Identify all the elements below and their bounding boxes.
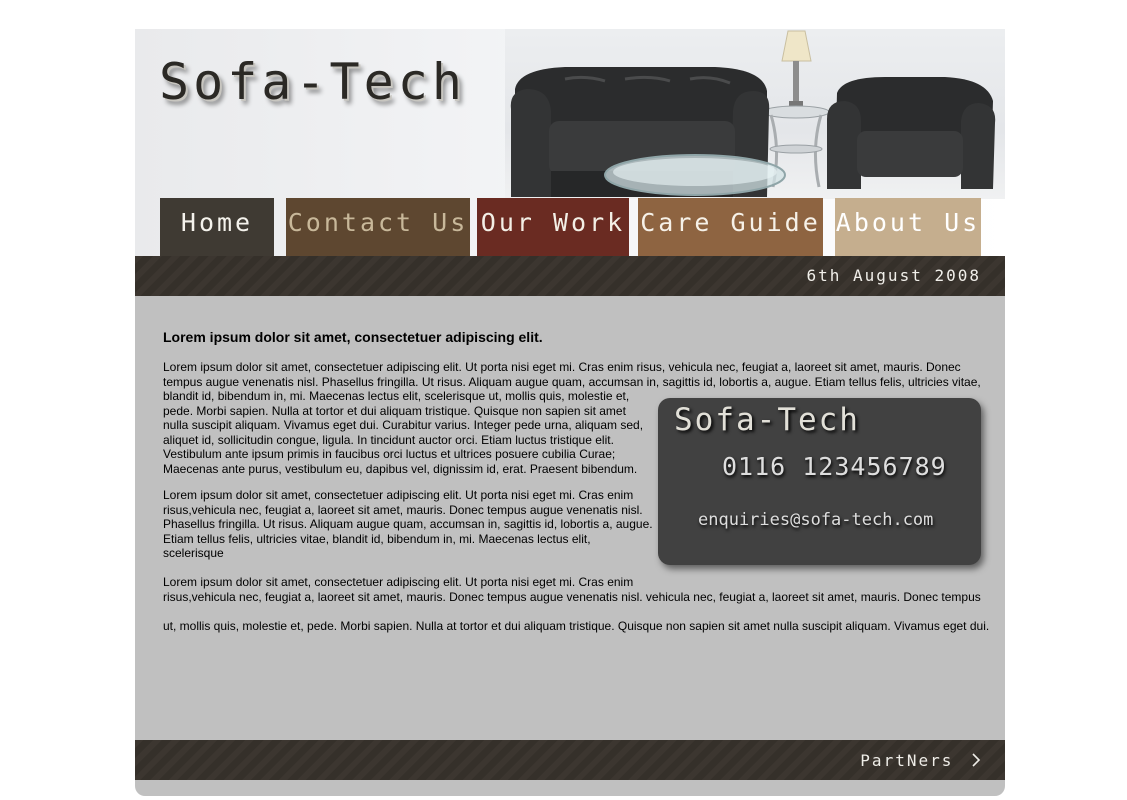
nav-tab-label: Contact Us <box>287 208 469 237</box>
contact-card-title: Sofa-Tech <box>674 402 860 438</box>
paragraph-4: ut, mollis quis, molestie et, pede. Morb… <box>163 619 989 634</box>
text-line: risus,vehicula nec, feugiat a, laoreet s… <box>163 502 643 517</box>
text-line: Phasellus fringilla. Ut risus. Aliquam a… <box>163 517 653 531</box>
partners-label: PartNers <box>860 751 954 770</box>
main-navigation: Home Contact Us Our Work Care Guide Abou… <box>135 198 1005 256</box>
contact-card: Sofa-Tech 0116 123456789 enquiries@sofa-… <box>658 398 981 565</box>
text-line: Lorem ipsum dolor sit amet, consectetuer… <box>163 360 961 374</box>
nav-tab-contact-us[interactable]: Contact Us <box>286 198 470 256</box>
date-bar: 6th August 2008 <box>135 256 1005 296</box>
nav-tab-label: Our Work <box>480 208 626 237</box>
nav-tab-label: Care Guide <box>640 208 821 237</box>
contact-phone[interactable]: 0116 123456789 <box>722 452 947 481</box>
nav-tab-label: About Us <box>835 208 981 237</box>
nav-tab-about-us[interactable]: About Us <box>835 198 981 256</box>
header-sofa-photo <box>505 29 1005 199</box>
nav-tab-care-guide[interactable]: Care Guide <box>638 198 823 256</box>
footer-bar: PartNers <box>135 740 1005 780</box>
text-line: ut, mollis quis, molestie et, pede. Morb… <box>163 619 990 633</box>
text-line: Etiam tellus felis, ultricies vitae, bla… <box>163 531 591 546</box>
contact-email[interactable]: enquiries@sofa-tech.com <box>698 510 933 530</box>
chevron-right-icon <box>971 752 981 771</box>
header: Sofa-Tech Home Contact Us Our Work Care … <box>135 29 1005 256</box>
site-container: Sofa-Tech Home Contact Us Our Work Care … <box>135 29 1005 796</box>
paragraph-2: Lorem ipsum dolor sit amet, consectetuer… <box>163 488 653 561</box>
partners-link[interactable]: PartNers <box>860 751 981 771</box>
nav-tab-label: Home <box>180 208 254 237</box>
current-date: 6th August 2008 <box>806 266 981 285</box>
site-logo[interactable]: Sofa-Tech <box>159 53 466 111</box>
content-heading: Lorem ipsum dolor sit amet, consectetuer… <box>163 329 543 345</box>
sofa-illustration <box>510 30 996 197</box>
text-line: risus,vehicula nec, feugiat a, laoreet s… <box>163 589 981 604</box>
text-line: Lorem ipsum dolor sit amet, consectetuer… <box>163 575 634 589</box>
text-line: scelerisque <box>163 546 224 560</box>
text-line: Lorem ipsum dolor sit amet, consectetuer… <box>163 488 634 502</box>
nav-tab-home[interactable]: Home <box>160 198 274 256</box>
paragraph-3: Lorem ipsum dolor sit amet, consectetuer… <box>163 575 981 604</box>
text-line: tempus augue venenatis nisl. Phasellus f… <box>163 374 981 389</box>
nav-tab-our-work[interactable]: Our Work <box>477 198 629 256</box>
